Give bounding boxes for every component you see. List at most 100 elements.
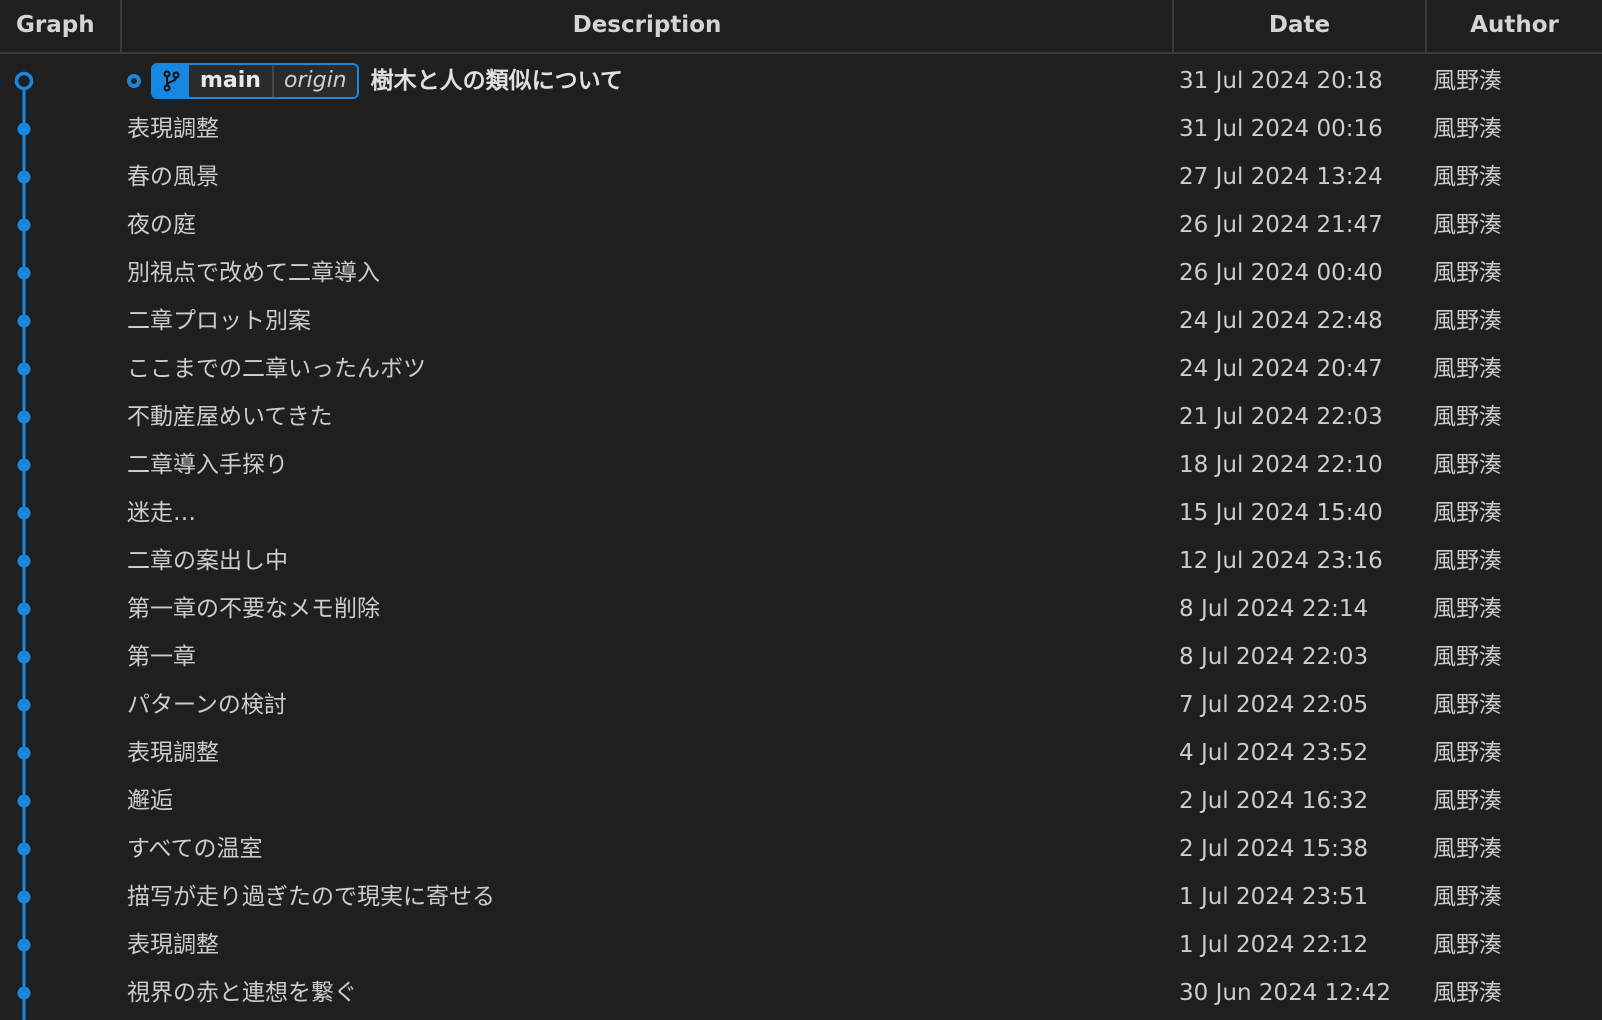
- commit-author: 風野湊: [1433, 500, 1502, 526]
- commit-author: 風野湊: [1433, 212, 1502, 238]
- column-header-author[interactable]: Author: [1425, 0, 1602, 52]
- commit-date: 31 Jul 2024 00:16: [1179, 116, 1383, 142]
- commit-row[interactable]: 表現調整 4 Jul 2024 23:52 風野湊: [0, 729, 1602, 777]
- commit-author: 風野湊: [1433, 548, 1502, 574]
- commit-description-cell: 表現調整: [127, 105, 219, 153]
- commit-description-cell: 視界の赤と連想を繋ぐ: [127, 969, 357, 1017]
- commit-row[interactable]: 表現調整 31 Jul 2024 00:16 風野湊: [0, 105, 1602, 153]
- commit-description-cell: すべての温室: [127, 825, 262, 873]
- commit-message: 邂逅: [127, 788, 173, 814]
- column-header-date[interactable]: Date: [1172, 0, 1425, 52]
- commit-description-cell: main origin 樹木と人の類似について: [127, 57, 623, 105]
- commit-row[interactable]: 第一章 8 Jul 2024 22:03 風野湊: [0, 633, 1602, 681]
- commit-message: 夜の庭: [127, 212, 196, 238]
- commit-date: 21 Jul 2024 22:03: [1179, 404, 1383, 430]
- commit-date: 12 Jul 2024 23:16: [1179, 548, 1383, 574]
- commit-date: 26 Jul 2024 21:47: [1179, 212, 1383, 238]
- commit-author: 風野湊: [1433, 356, 1502, 382]
- commit-row[interactable]: 第一章の不要なメモ削除 8 Jul 2024 22:14 風野湊: [0, 585, 1602, 633]
- commit-author: 風野湊: [1433, 836, 1502, 862]
- commit-date: 2 Jul 2024 15:38: [1179, 836, 1369, 862]
- commit-description-cell: 描写が走り過ぎたので現実に寄せる: [127, 873, 495, 921]
- commit-message: 二章導入手探り: [127, 452, 288, 478]
- commit-author: 風野湊: [1433, 788, 1502, 814]
- commit-message: ここまでの二章いったんボツ: [127, 356, 426, 382]
- column-header: Graph Description Date Author: [0, 0, 1602, 54]
- commit-row[interactable]: 二章の案出し中 12 Jul 2024 23:16 風野湊: [0, 537, 1602, 585]
- commit-message: 第一章: [127, 644, 196, 670]
- commit-row[interactable]: 別視点で改めて二章導入 26 Jul 2024 00:40 風野湊: [0, 249, 1602, 297]
- commit-row[interactable]: 不動産屋めいてきた 21 Jul 2024 22:03 風野湊: [0, 393, 1602, 441]
- commit-message: 視界の赤と連想を繋ぐ: [127, 980, 357, 1006]
- branch-name: main: [189, 65, 274, 97]
- column-header-description[interactable]: Description: [120, 0, 1172, 52]
- commit-author: 風野湊: [1433, 932, 1502, 958]
- commit-description-cell: 迷走…: [127, 489, 196, 537]
- commit-message: 二章の案出し中: [127, 548, 288, 574]
- commit-author: 風野湊: [1433, 980, 1502, 1006]
- commit-description-cell: パターンの検討: [127, 681, 287, 729]
- commit-description-cell: 夜の庭: [127, 201, 196, 249]
- commit-description-cell: 二章導入手探り: [127, 441, 288, 489]
- commit-author: 風野湊: [1433, 692, 1502, 718]
- commit-message: パターンの検討: [127, 692, 287, 718]
- commit-description-cell: 表現調整: [127, 921, 219, 969]
- commit-row[interactable]: 描写が走り過ぎたので現実に寄せる 1 Jul 2024 23:51 風野湊: [0, 873, 1602, 921]
- commit-date: 15 Jul 2024 15:40: [1179, 500, 1383, 526]
- commit-description-cell: 第一章の不要なメモ削除: [127, 585, 380, 633]
- commit-description-cell: 不動産屋めいてきた: [127, 393, 333, 441]
- commit-author: 風野湊: [1433, 740, 1502, 766]
- commit-date: 26 Jul 2024 00:40: [1179, 260, 1383, 286]
- commit-description-cell: 第一章: [127, 633, 196, 681]
- commit-description-cell: 春の風景: [127, 153, 219, 201]
- commit-row[interactable]: ここまでの二章いったんボツ 24 Jul 2024 20:47 風野湊: [0, 345, 1602, 393]
- commit-date: 1 Jul 2024 22:12: [1179, 932, 1369, 958]
- commit-date: 1 Jul 2024 23:51: [1179, 884, 1369, 910]
- commit-row[interactable]: 春の風景 27 Jul 2024 13:24 風野湊: [0, 153, 1602, 201]
- commit-date: 8 Jul 2024 22:03: [1179, 644, 1369, 670]
- commit-description-cell: 表現調整: [127, 729, 219, 777]
- commit-message: 二章プロット別案: [127, 308, 311, 334]
- commit-message: 不動産屋めいてきた: [127, 404, 333, 430]
- branch-badge[interactable]: main origin: [151, 63, 359, 99]
- commit-author: 風野湊: [1433, 116, 1502, 142]
- commit-message: 表現調整: [127, 932, 219, 958]
- commit-date: 27 Jul 2024 13:24: [1179, 164, 1383, 190]
- commit-author: 風野湊: [1433, 68, 1502, 94]
- commit-row[interactable]: 二章導入手探り 18 Jul 2024 22:10 風野湊: [0, 441, 1602, 489]
- commit-date: 24 Jul 2024 20:47: [1179, 356, 1383, 382]
- commit-message: 第一章の不要なメモ削除: [127, 596, 380, 622]
- head-commit-icon: [127, 74, 141, 88]
- commit-row[interactable]: 表現調整 1 Jul 2024 22:12 風野湊: [0, 921, 1602, 969]
- commit-date: 30 Jun 2024 12:42: [1179, 980, 1391, 1006]
- commit-description-cell: 別視点で改めて二章導入: [127, 249, 380, 297]
- commit-message: 迷走…: [127, 500, 196, 526]
- commit-row[interactable]: 迷走… 15 Jul 2024 15:40 風野湊: [0, 489, 1602, 537]
- commit-author: 風野湊: [1433, 308, 1502, 334]
- commit-row[interactable]: 視界の赤と連想を繋ぐ 30 Jun 2024 12:42 風野湊: [0, 969, 1602, 1017]
- commit-date: 4 Jul 2024 23:52: [1179, 740, 1369, 766]
- commit-description-cell: 二章の案出し中: [127, 537, 288, 585]
- commit-row[interactable]: 夜の庭 26 Jul 2024 21:47 風野湊: [0, 201, 1602, 249]
- commit-row[interactable]: すべての温室 2 Jul 2024 15:38 風野湊: [0, 825, 1602, 873]
- commit-author: 風野湊: [1433, 164, 1502, 190]
- commit-row[interactable]: 邂逅 2 Jul 2024 16:32 風野湊: [0, 777, 1602, 825]
- commit-message: 描写が走り過ぎたので現実に寄せる: [127, 884, 495, 910]
- commit-date: 2 Jul 2024 16:32: [1179, 788, 1369, 814]
- commit-row[interactable]: パターンの検討 7 Jul 2024 22:05 風野湊: [0, 681, 1602, 729]
- commit-row[interactable]: 二章プロット別案 24 Jul 2024 22:48 風野湊: [0, 297, 1602, 345]
- column-header-graph[interactable]: Graph: [0, 0, 120, 52]
- commit-date: 24 Jul 2024 22:48: [1179, 308, 1383, 334]
- commit-author: 風野湊: [1433, 884, 1502, 910]
- commit-row[interactable]: main origin 樹木と人の類似について 31 Jul 2024 20:1…: [0, 57, 1602, 105]
- commit-message: 表現調整: [127, 116, 219, 142]
- commit-message: 別視点で改めて二章導入: [127, 260, 380, 286]
- remote-name: origin: [273, 65, 357, 97]
- git-branch-icon: [153, 65, 189, 97]
- commit-date: 18 Jul 2024 22:10: [1179, 452, 1383, 478]
- commit-description-cell: 邂逅: [127, 777, 173, 825]
- commit-message: 春の風景: [127, 164, 219, 190]
- commit-date: 8 Jul 2024 22:14: [1179, 596, 1369, 622]
- commit-author: 風野湊: [1433, 644, 1502, 670]
- commit-message: 樹木と人の類似について: [370, 68, 623, 94]
